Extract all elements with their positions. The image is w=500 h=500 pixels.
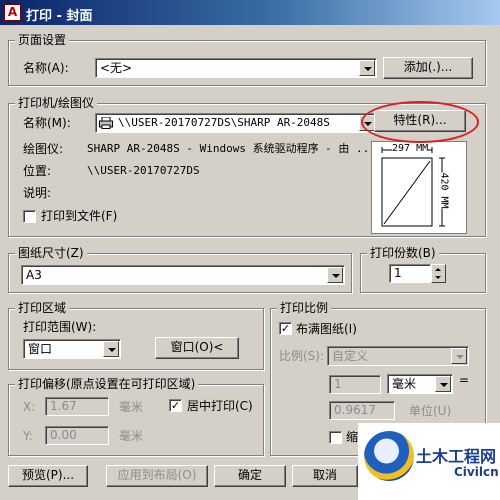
scale-value1-input[interactable]: 1 (329, 375, 381, 394)
lineweight-label: 缩 (346, 430, 359, 444)
plot-area-title: 打印区域 (15, 301, 70, 315)
plot-offset-title: 打印偏移(原点设置在可打印区域) (15, 377, 199, 391)
unit-label: 单位(U) (409, 404, 452, 418)
properties-button[interactable]: 特性(R)... (374, 110, 466, 132)
paper-size-value: A3 (26, 268, 42, 282)
watermark-subtext: Civilcn (454, 465, 499, 479)
center-plot-checkbox[interactable]: ✓ (169, 399, 182, 412)
add-page-setup-button[interactable]: 添加(.)... (383, 57, 473, 79)
watermark-logo-icon (364, 431, 414, 481)
paper-preview: 297 MM 420 MM (371, 141, 467, 234)
plot-scale-title: 打印比例 (277, 301, 332, 315)
title-bar[interactable]: A 打印 - 封面 (0, 0, 500, 25)
chevron-down-icon[interactable] (435, 376, 451, 392)
plot-range-label: 打印范围(W): (23, 320, 97, 334)
preview-height-label: 420 MM (437, 172, 451, 209)
window-title: 打印 - 封面 (26, 9, 93, 24)
copies-input[interactable]: 1 (389, 264, 431, 283)
offset-x-value: 1.67 (50, 399, 77, 413)
equals-sign: = (459, 373, 470, 387)
cancel-button[interactable]: 取消 (292, 465, 358, 487)
paper-preview-drawing (381, 147, 445, 227)
preview-button[interactable]: 预览(P)... (8, 465, 88, 487)
unit-value: 毫米 (392, 377, 417, 391)
plot-range-value: 窗口 (28, 342, 53, 356)
offset-x-unit: 毫米 (119, 400, 144, 414)
paper-size-combo[interactable]: A3 (21, 265, 345, 285)
plot-area-group: 打印区域 打印范围(W): 窗口 窗口(O)< (8, 301, 264, 370)
copies-spinner[interactable] (431, 264, 446, 283)
chevron-down-icon[interactable] (359, 60, 375, 76)
plot-offset-group: 打印偏移(原点设置在可打印区域) X: 1.67 毫米 ✓ 居中打印(C) Y:… (8, 377, 264, 456)
window-select-button[interactable]: 窗口(O)< (155, 337, 239, 359)
paper-size-title: 图纸尺寸(Z) (15, 246, 87, 260)
copies-group: 打印份数(B) 1 (360, 246, 486, 293)
scale-value1: 1 (334, 377, 342, 391)
printer-title: 打印机/绘图仪 (15, 96, 98, 110)
printer-name-value: \\USER-20170727DS\SHARP AR-2048S (118, 116, 330, 129)
fit-paper-label: 布满图纸(I) (296, 322, 357, 336)
lineweight-checkbox[interactable] (329, 431, 342, 444)
offset-y-value: 0.00 (50, 428, 77, 442)
watermark: 土木工程网 Civilcn (358, 423, 500, 500)
printer-group: 打印机/绘图仪 名称(M): \\USER-20170727DS\SHARP A… (8, 96, 486, 237)
plotter-label: 绘图仪: (23, 142, 64, 156)
page-setup-name-label: 名称(A): (23, 61, 69, 75)
printer-icon (99, 117, 113, 129)
offset-x-input[interactable]: 1.67 (45, 397, 109, 416)
print-dialog: A 打印 - 封面 页面设置 名称(A): <无> 添加(.)... 打印机/绘… (0, 0, 500, 500)
offset-y-input[interactable]: 0.00 (45, 426, 109, 445)
chevron-down-icon[interactable] (327, 267, 343, 283)
scale-label: 比例(S): (279, 349, 325, 363)
printer-name-combo[interactable]: \\USER-20170727DS\SHARP AR-2048S (95, 113, 377, 133)
print-to-file-label: 打印到文件(F) (41, 209, 118, 223)
copies-title: 打印份数(B) (367, 246, 439, 260)
unit-combo[interactable]: 毫米 (387, 374, 453, 394)
scale-value2: 0.9617 (334, 403, 376, 417)
offset-y-label: Y: (23, 429, 33, 443)
print-to-file-checkbox[interactable] (23, 210, 36, 223)
chevron-down-icon[interactable] (359, 115, 375, 131)
offset-y-unit: 毫米 (119, 429, 144, 443)
printer-name-label: 名称(M): (23, 116, 71, 130)
offset-x-label: X: (23, 400, 36, 414)
copies-value: 1 (394, 266, 402, 280)
watermark-text: 土木工程网 (416, 447, 497, 466)
page-setup-group: 页面设置 名称(A): <无> 添加(.)... (8, 33, 486, 86)
scale-combo[interactable]: 自定义 (327, 346, 469, 366)
scale-value: 自定义 (332, 349, 369, 363)
paper-size-group: 图纸尺寸(Z) A3 (8, 246, 352, 293)
apply-to-layout-button[interactable]: 应用到布局(O) (106, 465, 208, 487)
location-label: 位置: (23, 164, 52, 178)
chevron-down-icon[interactable] (103, 341, 119, 357)
fit-paper-checkbox[interactable]: ✓ (279, 322, 292, 335)
plot-range-combo[interactable]: 窗口 (23, 339, 121, 359)
page-setup-title: 页面设置 (15, 33, 70, 47)
preview-width-label: 297 MM (392, 142, 429, 155)
plotter-value: SHARP AR-2048S - Windows 系统驱动程序 - 由 ... (87, 142, 376, 155)
autocad-icon: A (4, 4, 21, 21)
scale-value2-input[interactable]: 0.9617 (329, 401, 395, 420)
description-label: 说明: (23, 186, 52, 200)
location-value: \\USER-20170727DS (87, 164, 200, 177)
chevron-down-icon[interactable] (451, 348, 467, 364)
page-setup-name-value: <无> (100, 61, 133, 75)
page-setup-name-combo[interactable]: <无> (95, 58, 377, 78)
ok-button[interactable]: 确定 (214, 465, 286, 487)
center-plot-label: 居中打印(C) (187, 399, 253, 413)
